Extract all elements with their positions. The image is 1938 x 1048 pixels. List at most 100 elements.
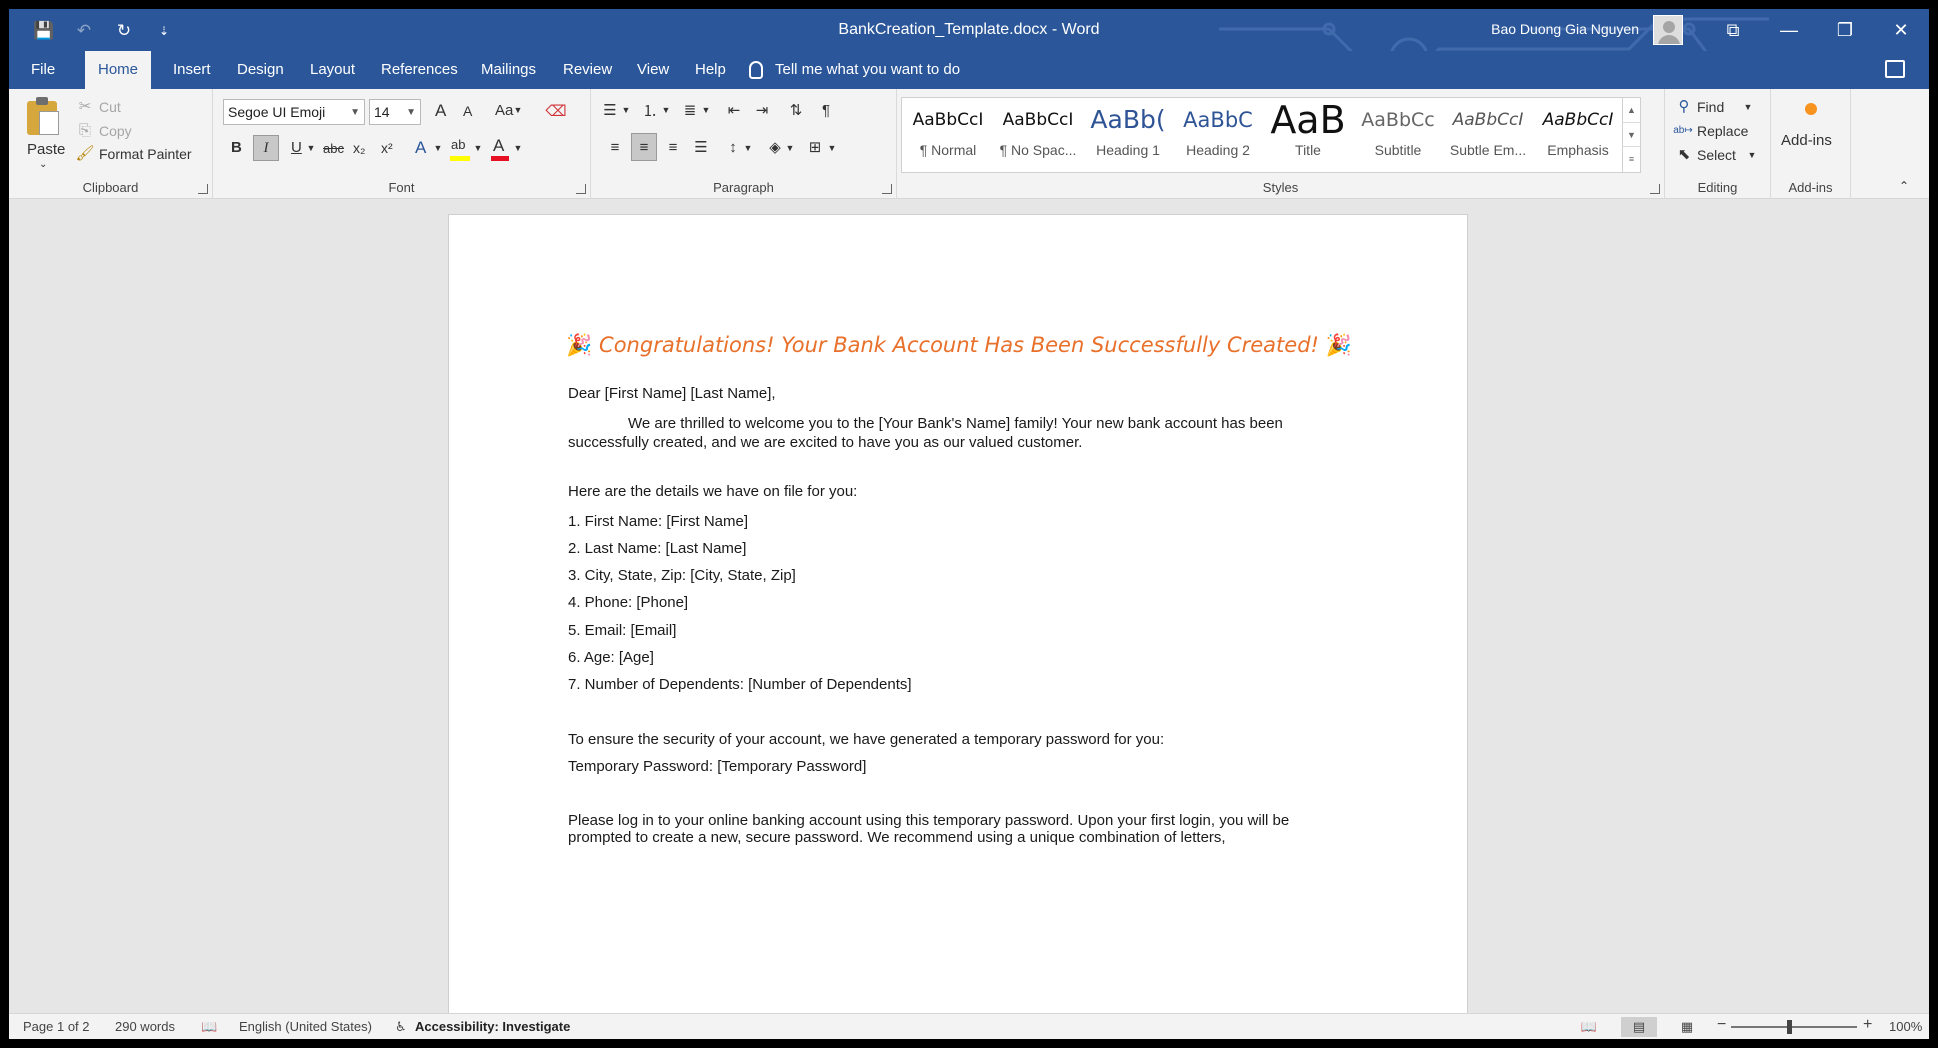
multilevel-list-icon[interactable]: ≣ xyxy=(679,99,701,121)
grow-font-button[interactable]: A xyxy=(435,101,446,121)
align-right-icon[interactable]: ≡ xyxy=(661,135,685,159)
avatar[interactable] xyxy=(1653,15,1683,45)
sort-icon[interactable]: ⇅ xyxy=(785,99,807,121)
zoom-in-icon[interactable]: + xyxy=(1863,1016,1872,1034)
zoom-out-icon[interactable]: − xyxy=(1717,1016,1726,1034)
select-button[interactable]: Select xyxy=(1697,147,1736,163)
format-painter-button[interactable]: Format Painter xyxy=(99,146,192,162)
minimize-icon[interactable]: — xyxy=(1761,9,1817,51)
styles-gallery-scroll[interactable]: ▲ ▼ ≡ xyxy=(1622,98,1640,172)
document-page[interactable]: 🎉 Congratulations! Your Bank Account Has… xyxy=(448,214,1468,1013)
styles-launcher-icon[interactable] xyxy=(1650,184,1660,194)
accessibility-status[interactable]: Accessibility: Investigate xyxy=(415,1019,570,1034)
style-no-spacing[interactable]: AaBbCcI ¶ No Spac... xyxy=(994,98,1082,172)
justify-icon[interactable]: ☰ xyxy=(689,135,713,159)
comments-icon[interactable] xyxy=(1885,60,1905,78)
superscript-button[interactable]: x² xyxy=(381,140,393,156)
addins-icon[interactable] xyxy=(1805,103,1817,115)
paste-icon[interactable] xyxy=(27,97,61,135)
zoom-level[interactable]: 100% xyxy=(1889,1019,1922,1034)
style-subtitle[interactable]: AaBbCc Subtitle xyxy=(1354,98,1442,172)
style-title[interactable]: AaB Title xyxy=(1264,98,1352,172)
tab-view[interactable]: View xyxy=(625,51,681,89)
proofing-icon[interactable]: 📖 xyxy=(201,1019,217,1035)
style-emphasis[interactable]: AaBbCcI Emphasis xyxy=(1534,98,1622,172)
tell-me-search[interactable]: Tell me what you want to do xyxy=(749,51,960,89)
paste-button[interactable]: Paste xyxy=(27,141,65,158)
change-case-button[interactable]: Aa xyxy=(495,102,513,119)
font-color-button[interactable]: A xyxy=(493,136,504,156)
document-area[interactable]: 🎉 Congratulations! Your Bank Account Has… xyxy=(9,200,1929,1013)
restore-icon[interactable]: ❐ xyxy=(1817,9,1873,51)
zoom-slider[interactable] xyxy=(1731,1026,1857,1028)
borders-icon[interactable]: ⊞ xyxy=(803,135,827,159)
tab-layout[interactable]: Layout xyxy=(298,51,367,89)
italic-button[interactable]: I xyxy=(253,135,279,161)
numbering-icon[interactable]: ⒈ xyxy=(639,99,661,121)
paste-dropdown-icon[interactable]: ⌄ xyxy=(39,159,47,170)
tab-help[interactable]: Help xyxy=(683,51,738,89)
chevron-down-icon[interactable]: ▼ xyxy=(827,143,837,153)
web-layout-icon[interactable]: ▦ xyxy=(1669,1017,1705,1037)
style-normal[interactable]: AaBbCcI ¶ Normal xyxy=(904,98,992,172)
collapse-ribbon-icon[interactable]: ⌃ xyxy=(1897,179,1911,193)
tab-file[interactable]: File xyxy=(19,51,67,89)
show-formatting-icon[interactable]: ¶ xyxy=(815,99,837,121)
font-launcher-icon[interactable] xyxy=(576,184,586,194)
gallery-more-icon[interactable]: ≡ xyxy=(1623,146,1640,170)
page-count[interactable]: Page 1 of 2 xyxy=(23,1019,90,1034)
increase-indent-icon[interactable]: ⇥ xyxy=(751,99,773,121)
font-family-select[interactable]: Segoe UI Emoji ▼ xyxy=(223,99,365,125)
tab-home[interactable]: Home xyxy=(85,51,151,89)
print-layout-icon[interactable]: ▤ xyxy=(1621,1017,1657,1037)
paragraph-launcher-icon[interactable] xyxy=(882,184,892,194)
line-spacing-icon[interactable]: ↕ xyxy=(721,135,745,159)
word-count[interactable]: 290 words xyxy=(115,1019,175,1034)
chevron-up-icon[interactable]: ▲ xyxy=(1623,98,1640,122)
tab-review[interactable]: Review xyxy=(551,51,624,89)
align-left-icon[interactable]: ≡ xyxy=(603,135,627,159)
style-heading-1[interactable]: AaBb( Heading 1 xyxy=(1084,98,1172,172)
chevron-down-icon[interactable]: ▼ xyxy=(306,143,316,153)
chevron-down-icon[interactable]: ▼ xyxy=(433,143,443,153)
shrink-font-button[interactable]: A xyxy=(463,103,472,119)
chevron-down-icon[interactable]: ▼ xyxy=(785,143,795,153)
replace-button[interactable]: Replace xyxy=(1697,123,1748,139)
bold-button[interactable]: B xyxy=(231,139,242,156)
decrease-indent-icon[interactable]: ⇤ xyxy=(723,99,745,121)
user-name[interactable]: Bao Duong Gia Nguyen xyxy=(1491,21,1639,37)
chevron-down-icon[interactable]: ▼ xyxy=(513,143,523,153)
shading-icon[interactable]: ◈ xyxy=(763,135,787,159)
clear-formatting-icon[interactable]: ⌫ xyxy=(545,101,566,121)
tab-design[interactable]: Design xyxy=(225,51,296,89)
subscript-button[interactable]: x₂ xyxy=(353,140,365,156)
accessibility-icon[interactable]: ♿ xyxy=(395,1019,407,1035)
read-mode-icon[interactable]: 📖 xyxy=(1571,1017,1607,1037)
chevron-down-icon[interactable]: ▼ xyxy=(473,143,483,153)
chevron-down-icon[interactable]: ▼ xyxy=(621,105,631,115)
strikethrough-button[interactable]: abc xyxy=(323,141,344,156)
chevron-down-icon[interactable]: ▼ xyxy=(1747,150,1757,160)
chevron-down-icon[interactable]: ▼ xyxy=(743,143,753,153)
bullets-icon[interactable]: ☰ xyxy=(599,99,621,121)
close-icon[interactable]: ✕ xyxy=(1873,9,1929,51)
zoom-slider-thumb[interactable] xyxy=(1787,1020,1792,1034)
copy-button[interactable]: Copy xyxy=(99,123,132,139)
text-effects-button[interactable]: A xyxy=(415,138,426,158)
find-button[interactable]: Find xyxy=(1697,99,1724,115)
cut-button[interactable]: Cut xyxy=(99,99,121,115)
align-center-icon[interactable]: ≡ xyxy=(631,133,657,161)
tab-insert[interactable]: Insert xyxy=(161,51,223,89)
underline-button[interactable]: U xyxy=(291,139,302,156)
clipboard-launcher-icon[interactable] xyxy=(198,184,208,194)
chevron-down-icon[interactable]: ▼ xyxy=(1743,102,1753,112)
chevron-down-icon[interactable]: ▼ xyxy=(661,105,671,115)
chevron-down-icon[interactable]: ▼ xyxy=(1623,122,1640,146)
addins-button[interactable]: Add-ins xyxy=(1781,132,1832,149)
tab-references[interactable]: References xyxy=(369,51,470,89)
chevron-down-icon[interactable]: ▼ xyxy=(513,105,523,115)
highlight-button[interactable]: ab xyxy=(451,137,465,152)
chevron-down-icon[interactable]: ▼ xyxy=(701,105,711,115)
style-subtle-emphasis[interactable]: AaBbCcI Subtle Em... xyxy=(1444,98,1532,172)
language[interactable]: English (United States) xyxy=(239,1019,372,1034)
